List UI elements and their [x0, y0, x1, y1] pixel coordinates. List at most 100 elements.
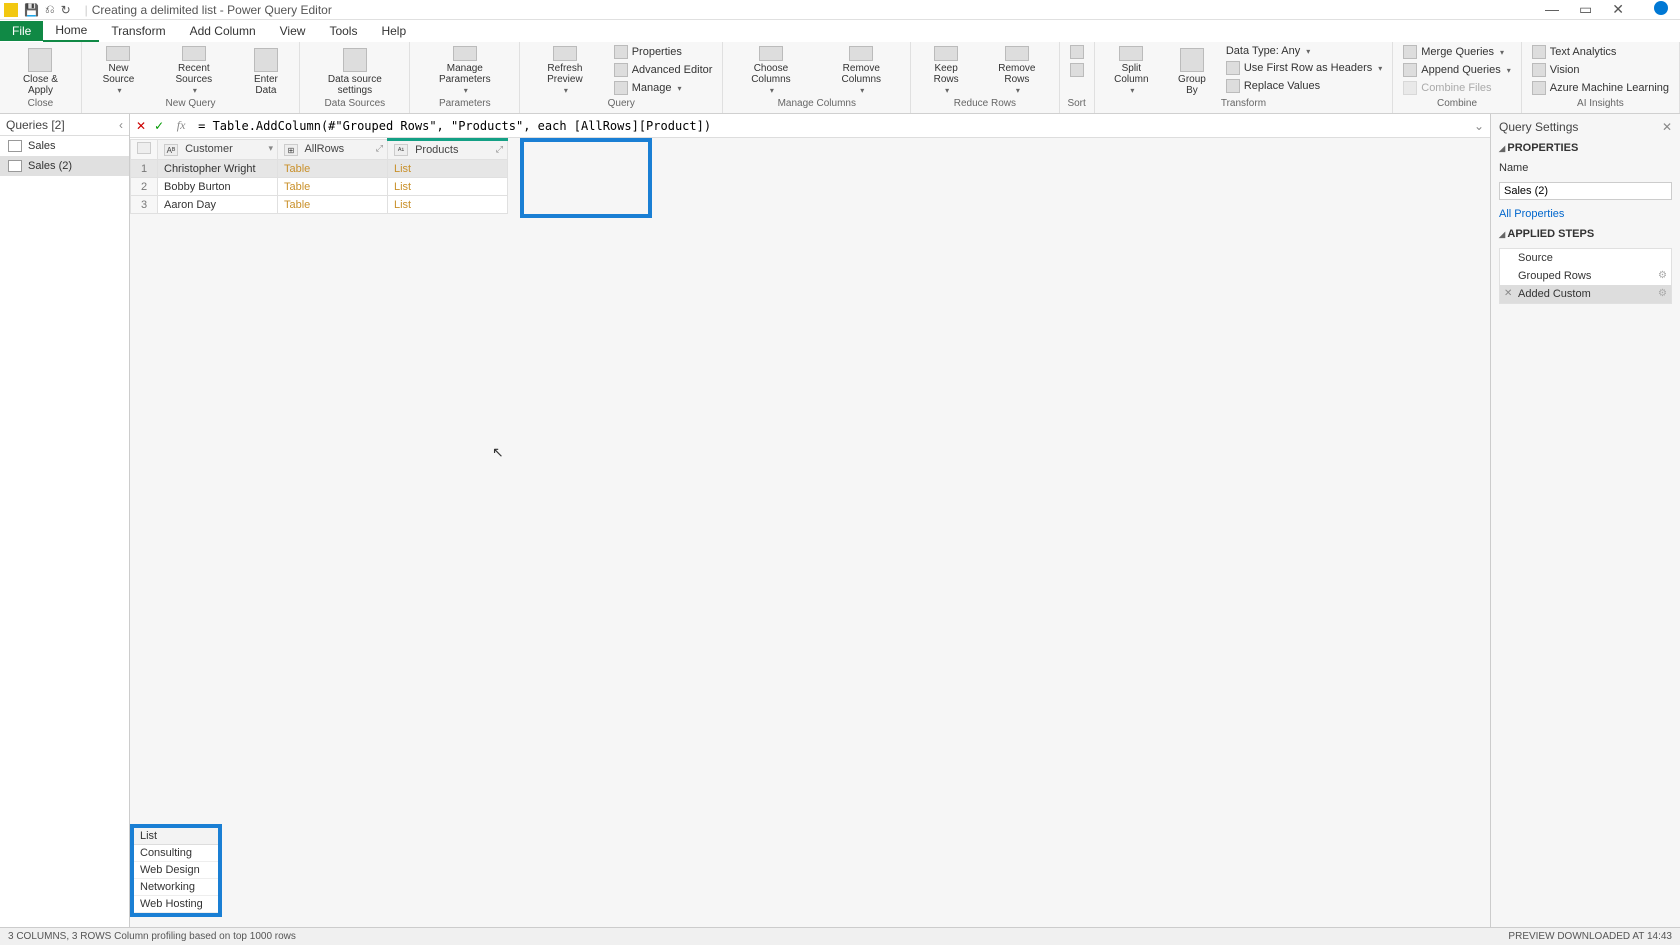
- undo-icon[interactable]: ⎌: [45, 2, 55, 17]
- editor-area: ✕ ✓ fx ⌄ Aᴮ Customer ▾ ⊞: [130, 114, 1490, 927]
- close-settings-icon[interactable]: ✕: [1662, 120, 1672, 134]
- list-item[interactable]: Consulting: [134, 845, 218, 862]
- group-datasources-label: Data Sources: [306, 98, 403, 111]
- tab-help[interactable]: Help: [369, 21, 418, 41]
- cell-allrows[interactable]: Table: [278, 160, 388, 178]
- vision-button[interactable]: Vision: [1528, 62, 1673, 78]
- group-sort-label: Sort: [1066, 98, 1088, 111]
- expand-icon[interactable]: ⤢: [496, 144, 503, 155]
- tab-home[interactable]: Home: [43, 20, 99, 42]
- tab-file[interactable]: File: [0, 21, 43, 41]
- query-settings-pane: Query Settings ✕ PROPERTIES Name All Pro…: [1490, 114, 1680, 927]
- formula-bar: ✕ ✓ fx ⌄: [130, 114, 1490, 138]
- cell-products[interactable]: List: [388, 196, 508, 214]
- all-properties-link[interactable]: All Properties: [1499, 208, 1672, 220]
- column-header-products[interactable]: ᴬ¹ Products ⤢: [388, 140, 508, 160]
- collapse-queries-icon[interactable]: ‹: [119, 118, 123, 132]
- formula-dropdown-icon[interactable]: ⌄: [1474, 119, 1484, 133]
- enter-data-button[interactable]: Enter Data: [239, 44, 294, 98]
- query-label: Sales (2): [28, 160, 72, 172]
- new-source-button[interactable]: New Source: [88, 44, 149, 98]
- refresh-preview-button[interactable]: Refresh Preview: [526, 44, 604, 98]
- table-icon: [8, 140, 22, 152]
- keep-rows-button[interactable]: Keep Rows: [917, 44, 975, 98]
- redo-icon[interactable]: ↻: [61, 3, 71, 17]
- sort-desc-icon: [1070, 63, 1084, 77]
- column-header-customer[interactable]: Aᴮ Customer ▾: [158, 140, 278, 160]
- text-type-icon: Aᴮ: [164, 144, 178, 156]
- data-source-settings-button[interactable]: Data source settings: [306, 44, 403, 98]
- remove-rows-button[interactable]: Remove Rows: [981, 44, 1053, 98]
- append-queries-button[interactable]: Append Queries: [1399, 62, 1515, 78]
- separator: |: [85, 3, 88, 17]
- tab-tools[interactable]: Tools: [317, 21, 369, 41]
- query-name-input[interactable]: [1499, 182, 1672, 200]
- merge-queries-button[interactable]: Merge Queries: [1399, 44, 1515, 60]
- group-managecols-label: Manage Columns: [729, 98, 904, 111]
- sort-asc-icon: [1070, 45, 1084, 59]
- close-apply-button[interactable]: Close & Apply: [6, 44, 75, 98]
- tab-transform[interactable]: Transform: [99, 21, 177, 41]
- cell-allrows[interactable]: Table: [278, 178, 388, 196]
- step-grouped-rows[interactable]: Grouped Rows ⚙: [1500, 267, 1671, 285]
- fx-icon[interactable]: fx: [172, 118, 190, 133]
- formula-commit-icon[interactable]: ✓: [154, 119, 164, 133]
- save-icon[interactable]: 💾: [24, 3, 39, 17]
- properties-button[interactable]: Properties: [610, 44, 717, 60]
- sort-desc-button[interactable]: [1066, 62, 1088, 78]
- replace-values-button[interactable]: Replace Values: [1222, 78, 1386, 94]
- maximize-icon[interactable]: ▭: [1579, 1, 1592, 18]
- cell-customer[interactable]: Bobby Burton: [158, 178, 278, 196]
- applied-steps-label: APPLIED STEPS: [1499, 228, 1672, 240]
- list-item[interactable]: Networking: [134, 879, 218, 896]
- window-controls: — ▭ ✕: [1545, 1, 1676, 18]
- data-type-button[interactable]: Data Type: Any: [1222, 44, 1386, 58]
- cell-allrows[interactable]: Table: [278, 196, 388, 214]
- cell-customer[interactable]: Aaron Day: [158, 196, 278, 214]
- azure-ml-button[interactable]: Azure Machine Learning: [1528, 80, 1673, 96]
- tab-view[interactable]: View: [268, 21, 318, 41]
- step-added-custom[interactable]: ✕ Added Custom ⚙: [1500, 285, 1671, 303]
- choose-columns-button[interactable]: Choose Columns: [729, 44, 812, 98]
- column-header-allrows[interactable]: ⊞ AllRows ⤢: [278, 140, 388, 160]
- gear-icon[interactable]: ⚙: [1658, 288, 1667, 299]
- recent-sources-button[interactable]: Recent Sources: [155, 44, 232, 98]
- help-icon[interactable]: [1654, 1, 1668, 15]
- query-item-sales2[interactable]: Sales (2): [0, 156, 129, 176]
- any-type-icon: ᴬ¹: [394, 144, 408, 156]
- text-analytics-button[interactable]: Text Analytics: [1528, 44, 1673, 60]
- gear-icon[interactable]: ⚙: [1658, 270, 1667, 281]
- formula-cancel-icon[interactable]: ✕: [136, 119, 146, 133]
- cell-products[interactable]: List: [388, 160, 508, 178]
- advanced-editor-button[interactable]: Advanced Editor: [610, 62, 717, 78]
- delete-step-icon[interactable]: ✕: [1504, 288, 1512, 299]
- status-left: 3 COLUMNS, 3 ROWS Column profiling based…: [8, 931, 296, 942]
- step-source[interactable]: Source: [1500, 249, 1671, 267]
- list-item[interactable]: Web Design: [134, 862, 218, 879]
- cell-products[interactable]: List: [388, 178, 508, 196]
- table-row[interactable]: 2 Bobby Burton Table List: [131, 178, 508, 196]
- list-item[interactable]: Web Hosting: [134, 896, 218, 913]
- table-row[interactable]: 3 Aaron Day Table List: [131, 196, 508, 214]
- tab-add-column[interactable]: Add Column: [178, 21, 268, 41]
- corner-cell[interactable]: [131, 140, 158, 160]
- expand-icon[interactable]: ⤢: [376, 143, 383, 154]
- ribbon: Close & Apply Close New Source Recent So…: [0, 42, 1680, 114]
- split-column-button[interactable]: Split Column: [1101, 44, 1162, 98]
- minimize-icon[interactable]: —: [1545, 1, 1559, 18]
- group-by-button[interactable]: Group By: [1168, 44, 1216, 98]
- sort-asc-button[interactable]: [1066, 44, 1088, 60]
- cell-customer[interactable]: Christopher Wright: [158, 160, 278, 178]
- manage-button[interactable]: Manage: [610, 80, 717, 96]
- remove-columns-button[interactable]: Remove Columns: [818, 44, 904, 98]
- formula-input[interactable]: [198, 119, 1466, 133]
- table-type-icon: ⊞: [284, 144, 298, 156]
- filter-icon[interactable]: ▾: [268, 143, 273, 154]
- group-close-label: Close: [6, 98, 75, 111]
- manage-parameters-button[interactable]: Manage Parameters: [416, 44, 513, 98]
- table-row[interactable]: 1 Christopher Wright Table List: [131, 160, 508, 178]
- grid-container: Aᴮ Customer ▾ ⊞ AllRows ⤢ ᴬ¹ Products: [130, 138, 1490, 927]
- close-window-icon[interactable]: ✕: [1612, 1, 1624, 18]
- first-row-headers-button[interactable]: Use First Row as Headers: [1222, 60, 1386, 76]
- query-item-sales[interactable]: Sales: [0, 136, 129, 156]
